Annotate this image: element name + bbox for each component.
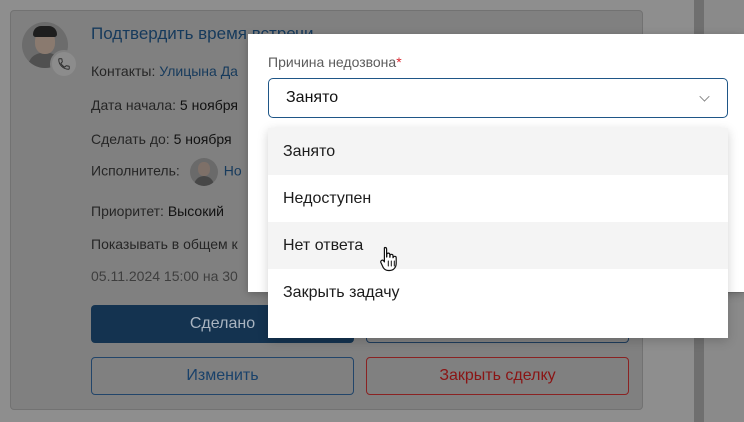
task-timestamp: 05.11.2024 15:00 на 30 [91, 268, 238, 284]
due-date-value: 5 ноября [173, 131, 232, 147]
reason-dropdown-list: Занято Недоступен Нет ответа Закрыть зад… [268, 128, 728, 338]
phone-icon [50, 50, 78, 78]
reason-select[interactable]: Занято [268, 78, 728, 118]
priority-value: Высокий [167, 203, 224, 219]
start-date-value: 5 ноября [179, 97, 238, 113]
assignee-label: Исполнитель: [91, 162, 180, 179]
field-label-text: Причина недозвона [268, 54, 397, 70]
option-busy[interactable]: Занято [268, 128, 728, 175]
edit-button[interactable]: Изменить [91, 357, 354, 395]
priority-row: Приоритет: Высокий [91, 203, 224, 219]
due-date-label: Сделать до: [91, 131, 170, 147]
show-in-common-row: Показывать в общем к [91, 236, 238, 252]
assignee-link[interactable]: Но [224, 163, 242, 179]
selected-value: Занято [286, 89, 339, 106]
contacts-row: Контакты: Улицына Да [91, 63, 238, 79]
option-close-task[interactable]: Закрыть задачу [268, 269, 728, 316]
field-label: Причина недозвона* [268, 54, 402, 70]
contacts-label: Контакты: [91, 63, 156, 79]
due-date-row: Сделать до: 5 ноября [91, 131, 232, 147]
priority-label: Приоритет: [91, 203, 164, 219]
close-deal-button[interactable]: Закрыть сделку [366, 357, 629, 395]
start-date-row: Дата начала: 5 ноября [91, 97, 238, 113]
assignee-avatar [189, 158, 218, 186]
assignee-row: Исполнитель: Но [91, 158, 242, 186]
option-unavailable[interactable]: Недоступен [268, 175, 728, 222]
start-date-label: Дата начала: [91, 97, 177, 113]
contacts-link[interactable]: Улицына Да [159, 63, 238, 79]
chevron-down-icon [699, 91, 710, 102]
required-mark: * [396, 54, 402, 70]
hand-pointer-icon [380, 246, 397, 272]
option-no-answer[interactable]: Нет ответа [268, 222, 728, 269]
show-in-common-label: Показывать в общем к [91, 236, 238, 252]
